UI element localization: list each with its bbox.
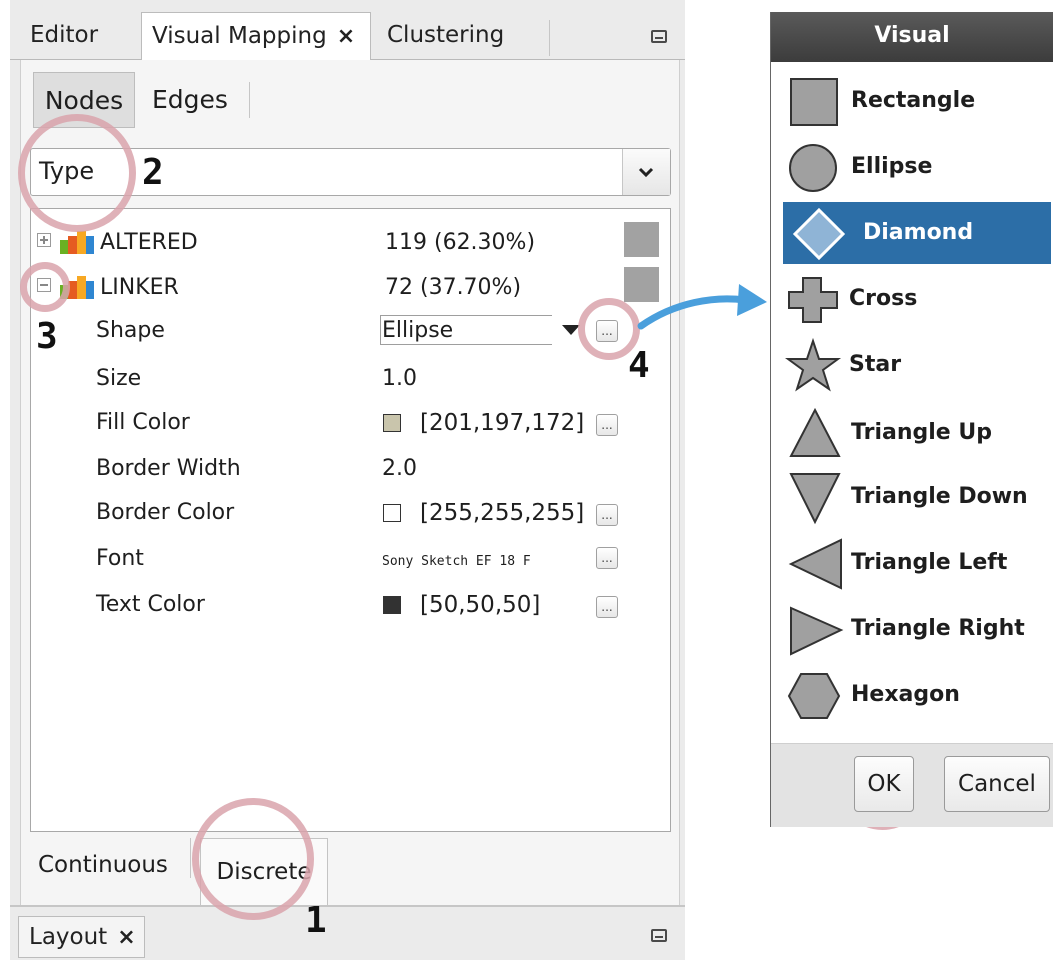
dropdown-button[interactable] bbox=[622, 149, 670, 195]
option-label: Star bbox=[849, 352, 902, 377]
tab-layout[interactable]: Layout × bbox=[18, 916, 145, 958]
option-hexagon[interactable]: Hexagon bbox=[783, 664, 1051, 726]
text-color-button[interactable]: ... bbox=[596, 596, 618, 618]
text-color-value: [50,50,50] bbox=[420, 592, 541, 618]
option-triangle-up[interactable]: Triangle Up bbox=[783, 402, 1051, 464]
option-label: Ellipse bbox=[851, 154, 933, 179]
property-label-text-color: Text Color bbox=[96, 592, 205, 617]
font-button[interactable]: ... bbox=[596, 547, 618, 569]
option-rectangle[interactable]: Rectangle bbox=[783, 70, 1051, 132]
subtab-edges[interactable]: Edges bbox=[152, 72, 228, 128]
close-icon[interactable]: × bbox=[117, 925, 135, 950]
diamond-icon bbox=[792, 207, 845, 261]
tab-visual-mapping-label: Visual Mapping bbox=[152, 23, 327, 49]
size-value[interactable]: 1.0 bbox=[382, 365, 417, 393]
category-swatch[interactable] bbox=[624, 222, 659, 257]
tab-editor[interactable]: Editor bbox=[20, 12, 130, 61]
option-diamond[interactable]: Diamond bbox=[783, 202, 1051, 264]
shape-value: Ellipse bbox=[382, 318, 454, 343]
cancel-button[interactable]: Cancel bbox=[944, 756, 1050, 812]
dialog-title: Visual bbox=[771, 12, 1053, 62]
subtab-divider bbox=[249, 82, 250, 118]
option-star[interactable]: Star bbox=[783, 334, 1051, 396]
border-color-swatch bbox=[383, 504, 401, 522]
option-label: Triangle Up bbox=[851, 420, 992, 445]
option-label: Hexagon bbox=[851, 682, 960, 707]
arrow-icon bbox=[637, 284, 767, 330]
ellipse-icon bbox=[789, 144, 837, 192]
property-label-size: Size bbox=[96, 366, 142, 391]
border-color-value: [255,255,255] bbox=[420, 500, 585, 526]
option-label: Diamond bbox=[863, 220, 974, 245]
fill-color-button[interactable]: ... bbox=[596, 414, 618, 436]
tab-continuous-label: Continuous bbox=[38, 852, 168, 878]
option-label: Triangle Down bbox=[851, 484, 1028, 509]
triangle-up-icon bbox=[789, 407, 841, 457]
tab-divider bbox=[549, 20, 550, 56]
fill-color-swatch bbox=[383, 414, 401, 432]
fill-color-value: [201,197,172] bbox=[420, 410, 585, 436]
step-label: 2 bbox=[142, 152, 164, 193]
option-label: Rectangle bbox=[851, 88, 976, 113]
ok-button[interactable]: OK bbox=[854, 756, 914, 812]
option-triangle-right[interactable]: Triangle Right bbox=[783, 598, 1051, 660]
tab-continuous[interactable]: Continuous bbox=[38, 835, 168, 895]
category-count: 72 (37.70%) bbox=[385, 275, 522, 300]
hexagon-icon bbox=[787, 673, 841, 719]
tab-editor-label: Editor bbox=[30, 22, 99, 48]
category-count: 119 (62.30%) bbox=[385, 230, 536, 255]
minimize-icon[interactable] bbox=[651, 929, 667, 942]
highlight-circle bbox=[20, 262, 70, 312]
triangle-right-icon bbox=[790, 606, 844, 656]
option-label: Triangle Left bbox=[851, 550, 1008, 575]
star-icon bbox=[785, 337, 842, 392]
panel-divider bbox=[10, 905, 685, 907]
text-color-swatch bbox=[383, 596, 401, 614]
property-label-border-width: Border Width bbox=[96, 456, 241, 481]
highlight-circle bbox=[192, 798, 314, 920]
tab-clustering-label: Clustering bbox=[387, 22, 505, 48]
cross-icon bbox=[788, 277, 838, 323]
triangle-down-icon bbox=[789, 473, 841, 525]
property-label-shape: Shape bbox=[96, 318, 165, 343]
chevron-down-icon bbox=[638, 167, 654, 178]
option-label: Cross bbox=[849, 286, 918, 311]
subtab-nodes-label: Nodes bbox=[44, 86, 124, 115]
option-ellipse[interactable]: Ellipse bbox=[783, 136, 1051, 198]
triangle-left-icon bbox=[788, 538, 842, 590]
rectangle-icon bbox=[790, 78, 838, 126]
tab-visual-mapping[interactable]: Visual Mapping × bbox=[141, 12, 371, 61]
option-cross[interactable]: Cross bbox=[783, 268, 1051, 330]
step-label: 3 bbox=[36, 316, 58, 357]
highlight-circle bbox=[18, 114, 136, 232]
property-label-font: Font bbox=[96, 546, 144, 571]
subtab-edges-label: Edges bbox=[152, 85, 228, 114]
bottom-tab-divider bbox=[190, 838, 191, 878]
minimize-icon[interactable] bbox=[651, 30, 667, 43]
property-label-fill-color: Fill Color bbox=[96, 410, 190, 435]
font-value: Sony Sketch EF 18 F bbox=[382, 554, 531, 569]
property-label-border-color: Border Color bbox=[96, 500, 235, 525]
option-triangle-down[interactable]: Triangle Down bbox=[783, 466, 1051, 528]
category-name: ALTERED bbox=[100, 230, 198, 255]
tab-clustering[interactable]: Clustering bbox=[377, 12, 537, 61]
tab-layout-label: Layout bbox=[29, 924, 108, 950]
option-triangle-left[interactable]: Triangle Left bbox=[783, 532, 1051, 594]
category-name: LINKER bbox=[100, 275, 179, 300]
step-label: 1 bbox=[305, 900, 327, 941]
bar-chart-icon bbox=[60, 231, 94, 254]
close-icon[interactable]: × bbox=[337, 24, 355, 49]
expand-icon[interactable] bbox=[37, 233, 51, 247]
border-color-button[interactable]: ... bbox=[596, 504, 618, 526]
border-width-value[interactable]: 2.0 bbox=[382, 455, 417, 483]
option-label: Triangle Right bbox=[851, 616, 1025, 641]
step-label: 4 bbox=[628, 345, 650, 386]
